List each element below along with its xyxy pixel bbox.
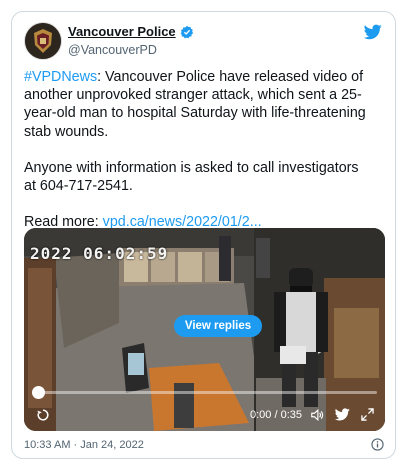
video-timestamp-overlay: 2022 06:02:59	[30, 244, 169, 263]
progress-scrubber[interactable]	[32, 386, 45, 399]
video-player[interactable]: 2022 06:02:59 View replies 0:00 / 0:35	[24, 228, 385, 431]
verified-badge-icon	[180, 25, 193, 38]
progress-bar[interactable]	[34, 391, 377, 394]
info-icon[interactable]	[371, 438, 384, 451]
tweet-card: Vancouver Police @VancouverPD #VPDNews: …	[11, 11, 396, 459]
view-replies-button[interactable]: View replies	[174, 315, 262, 337]
volume-icon[interactable]	[310, 408, 324, 422]
fullscreen-icon[interactable]	[361, 408, 374, 421]
twitter-bird-icon[interactable]	[364, 24, 382, 40]
author-name[interactable]: Vancouver Police	[68, 24, 194, 39]
tweet-date[interactable]: 10:33 AM · Jan 24, 2022	[24, 439, 144, 451]
tweet-text-part-2: Anyone with information is asked to call…	[24, 159, 359, 195]
time-display: 0:00 / 0:35	[250, 409, 302, 421]
tweet-text: #VPDNews: Vancouver Police have released…	[24, 68, 374, 231]
replay-icon[interactable]	[36, 408, 50, 422]
twitter-watermark-icon[interactable]	[335, 408, 350, 421]
author-name-text[interactable]: Vancouver Police	[68, 24, 176, 39]
avatar[interactable]	[24, 22, 62, 60]
author-handle[interactable]: @VancouverPD	[68, 43, 157, 57]
hashtag-link[interactable]: #VPDNews	[24, 69, 97, 85]
